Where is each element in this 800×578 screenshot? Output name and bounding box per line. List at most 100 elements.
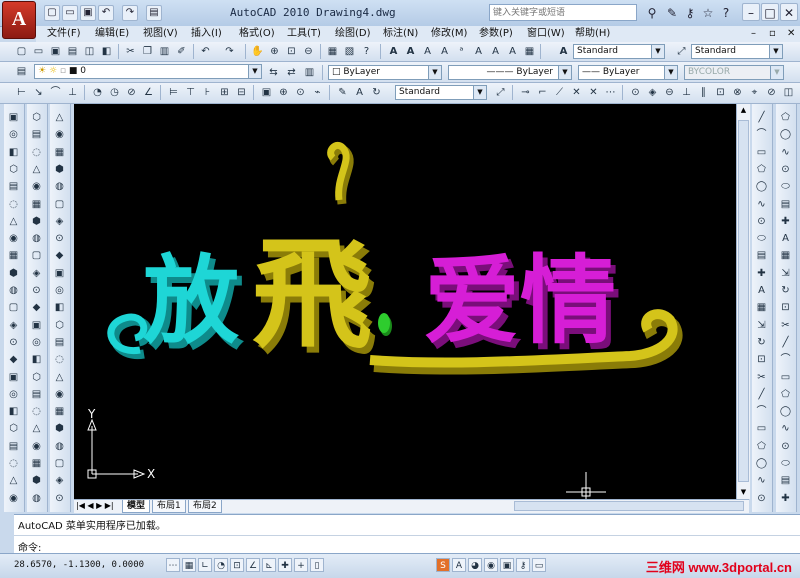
modeling-tool-icon[interactable]: ⬢ bbox=[29, 473, 44, 488]
draw-tool-icon[interactable]: ╱ bbox=[778, 335, 793, 350]
modeling-tool-icon[interactable]: ▦ bbox=[29, 197, 44, 212]
new-file-icon[interactable]: ▢ bbox=[44, 5, 60, 21]
copy-icon[interactable]: ❐ bbox=[140, 44, 155, 59]
modeling-tool-icon[interactable]: ▤ bbox=[52, 335, 67, 350]
modeling-tool-icon[interactable]: ▢ bbox=[52, 456, 67, 471]
annotation-icon[interactable]: S bbox=[436, 558, 450, 572]
menu-tools[interactable]: 工具(T) bbox=[284, 26, 324, 42]
close-button[interactable]: ✕ bbox=[780, 3, 798, 21]
lineweight-select[interactable]: —— ByLayer ▼ bbox=[578, 65, 678, 80]
space-icon[interactable]: ⊞ bbox=[217, 85, 232, 100]
extension-snap-icon[interactable]: ⋯ bbox=[603, 85, 618, 100]
draw-tool-icon[interactable]: ↻ bbox=[754, 335, 769, 350]
modeling-tool-icon[interactable]: ◆ bbox=[29, 300, 44, 315]
jogged-icon[interactable]: ◷ bbox=[107, 85, 122, 100]
hscroll-thumb[interactable] bbox=[514, 501, 744, 511]
modeling-tool-icon[interactable]: ▤ bbox=[29, 387, 44, 402]
lineweight-icon[interactable]: + bbox=[294, 558, 308, 572]
help-icon[interactable]: ? bbox=[359, 44, 374, 59]
draw-tool-icon[interactable]: ▤ bbox=[778, 197, 793, 212]
parallel-snap-icon[interactable]: ∥ bbox=[696, 85, 711, 100]
plot-icon[interactable]: ▤ bbox=[65, 44, 80, 59]
draw-tool-icon[interactable]: ✚ bbox=[778, 214, 793, 229]
nearest-snap-icon[interactable]: ⌖ bbox=[747, 85, 762, 100]
modeling-tool-icon[interactable]: ▣ bbox=[52, 266, 67, 281]
tangent-snap-icon[interactable]: ⊖ bbox=[662, 85, 677, 100]
midpoint-snap-icon[interactable]: ⟋ bbox=[552, 85, 567, 100]
doc-close-button[interactable]: ✕ bbox=[784, 26, 798, 42]
center-snap-icon[interactable]: ⊙ bbox=[628, 85, 643, 100]
color-select[interactable]: □ ByLayer ▼ bbox=[328, 65, 442, 80]
draw-tool-icon[interactable]: ▭ bbox=[754, 145, 769, 160]
zoom-window-icon[interactable]: ⊡ bbox=[284, 44, 299, 59]
draw-tool-icon[interactable]: ⬠ bbox=[778, 387, 793, 402]
modeling-tool-icon[interactable]: ◉ bbox=[6, 231, 21, 246]
modeling-tool-icon[interactable]: ◍ bbox=[52, 439, 67, 454]
draw-tool-icon[interactable]: ⬠ bbox=[754, 439, 769, 454]
open-file-icon[interactable]: ▭ bbox=[62, 5, 78, 21]
dim-style-manager-icon[interactable]: ⤢ bbox=[493, 85, 508, 100]
design-center-icon[interactable]: ▧ bbox=[342, 44, 357, 59]
modeling-tool-icon[interactable]: ▢ bbox=[29, 248, 44, 263]
cut-icon[interactable]: ✂ bbox=[123, 44, 138, 59]
otrack-icon[interactable]: ∠ bbox=[246, 558, 260, 572]
draw-tool-icon[interactable]: ◯ bbox=[778, 127, 793, 142]
intersection-snap-icon[interactable]: ✕ bbox=[569, 85, 584, 100]
modeling-tool-icon[interactable]: ◎ bbox=[29, 335, 44, 350]
new-icon[interactable]: ▢ bbox=[14, 44, 29, 59]
key-icon[interactable]: ⚷ bbox=[682, 5, 698, 21]
undo-icon[interactable]: ↶ bbox=[198, 44, 213, 59]
modeling-tool-icon[interactable]: ◉ bbox=[29, 179, 44, 194]
modeling-tool-icon[interactable]: ▣ bbox=[29, 318, 44, 333]
edit-text-icon[interactable]: A bbox=[420, 44, 435, 59]
draw-tool-icon[interactable]: ▦ bbox=[778, 248, 793, 263]
convert-text-icon[interactable]: A bbox=[505, 44, 520, 59]
modeling-tool-icon[interactable]: ◌ bbox=[6, 456, 21, 471]
draw-tool-icon[interactable]: ⬭ bbox=[754, 231, 769, 246]
modeling-tool-icon[interactable]: ⊙ bbox=[29, 283, 44, 298]
draw-tool-icon[interactable]: ∿ bbox=[778, 145, 793, 160]
modeling-tool-icon[interactable]: ◈ bbox=[6, 318, 21, 333]
annotation-scale-icon[interactable]: A bbox=[452, 558, 466, 572]
modeling-tool-icon[interactable]: ▣ bbox=[6, 110, 21, 125]
steering-wheel-icon[interactable]: ◕ bbox=[468, 558, 482, 572]
none-snap-icon[interactable]: ⊘ bbox=[764, 85, 779, 100]
binoculars-icon[interactable]: ⚲ bbox=[644, 5, 660, 21]
modeling-tool-icon[interactable]: ◧ bbox=[52, 300, 67, 315]
modeling-tool-icon[interactable]: ◧ bbox=[29, 352, 44, 367]
modeling-tool-icon[interactable]: ◌ bbox=[29, 404, 44, 419]
modeling-tool-icon[interactable]: ◌ bbox=[29, 145, 44, 160]
ortho-icon[interactable]: ∟ bbox=[198, 558, 212, 572]
break-icon[interactable]: ⊟ bbox=[234, 85, 249, 100]
dim-text-edit-icon[interactable]: A bbox=[352, 85, 367, 100]
draw-tool-icon[interactable]: ▤ bbox=[778, 473, 793, 488]
open-icon[interactable]: ▭ bbox=[31, 44, 46, 59]
menu-parametric[interactable]: 参数(P) bbox=[476, 26, 516, 42]
modeling-tool-icon[interactable]: ◍ bbox=[52, 179, 67, 194]
radius-icon[interactable]: ◔ bbox=[90, 85, 105, 100]
modeling-tool-icon[interactable]: ◆ bbox=[6, 352, 21, 367]
preview-icon[interactable]: ◫ bbox=[82, 44, 97, 59]
properties-icon[interactable]: ▦ bbox=[325, 44, 340, 59]
modeling-tool-icon[interactable]: ◈ bbox=[52, 214, 67, 229]
modeling-tool-icon[interactable]: △ bbox=[52, 370, 67, 385]
modeling-tool-icon[interactable]: ◉ bbox=[52, 127, 67, 142]
draw-tool-icon[interactable]: ◯ bbox=[754, 179, 769, 194]
modeling-tool-icon[interactable]: ▤ bbox=[6, 179, 21, 194]
draw-tool-icon[interactable]: ⊡ bbox=[754, 352, 769, 367]
draw-tool-icon[interactable]: ∿ bbox=[754, 473, 769, 488]
modeling-tool-icon[interactable]: ▢ bbox=[52, 197, 67, 212]
tab-layout1[interactable]: 布局1 bbox=[152, 500, 186, 513]
modeling-tool-icon[interactable]: ◉ bbox=[6, 491, 21, 506]
modeling-tool-icon[interactable]: ▦ bbox=[52, 404, 67, 419]
maximize-button[interactable]: □ bbox=[761, 3, 779, 21]
draw-tool-icon[interactable]: ⊙ bbox=[778, 439, 793, 454]
dim-update-icon[interactable]: ↻ bbox=[369, 85, 384, 100]
diameter-icon[interactable]: ⊘ bbox=[124, 85, 139, 100]
draw-tool-icon[interactable]: ⇲ bbox=[754, 318, 769, 333]
spell-check-icon[interactable]: ᵃ bbox=[454, 44, 469, 59]
inspect-icon[interactable]: ⊙ bbox=[293, 85, 308, 100]
modeling-tool-icon[interactable]: ⬡ bbox=[29, 370, 44, 385]
modeling-tool-icon[interactable]: ⬢ bbox=[52, 421, 67, 436]
grid-icon[interactable]: ▦ bbox=[182, 558, 196, 572]
